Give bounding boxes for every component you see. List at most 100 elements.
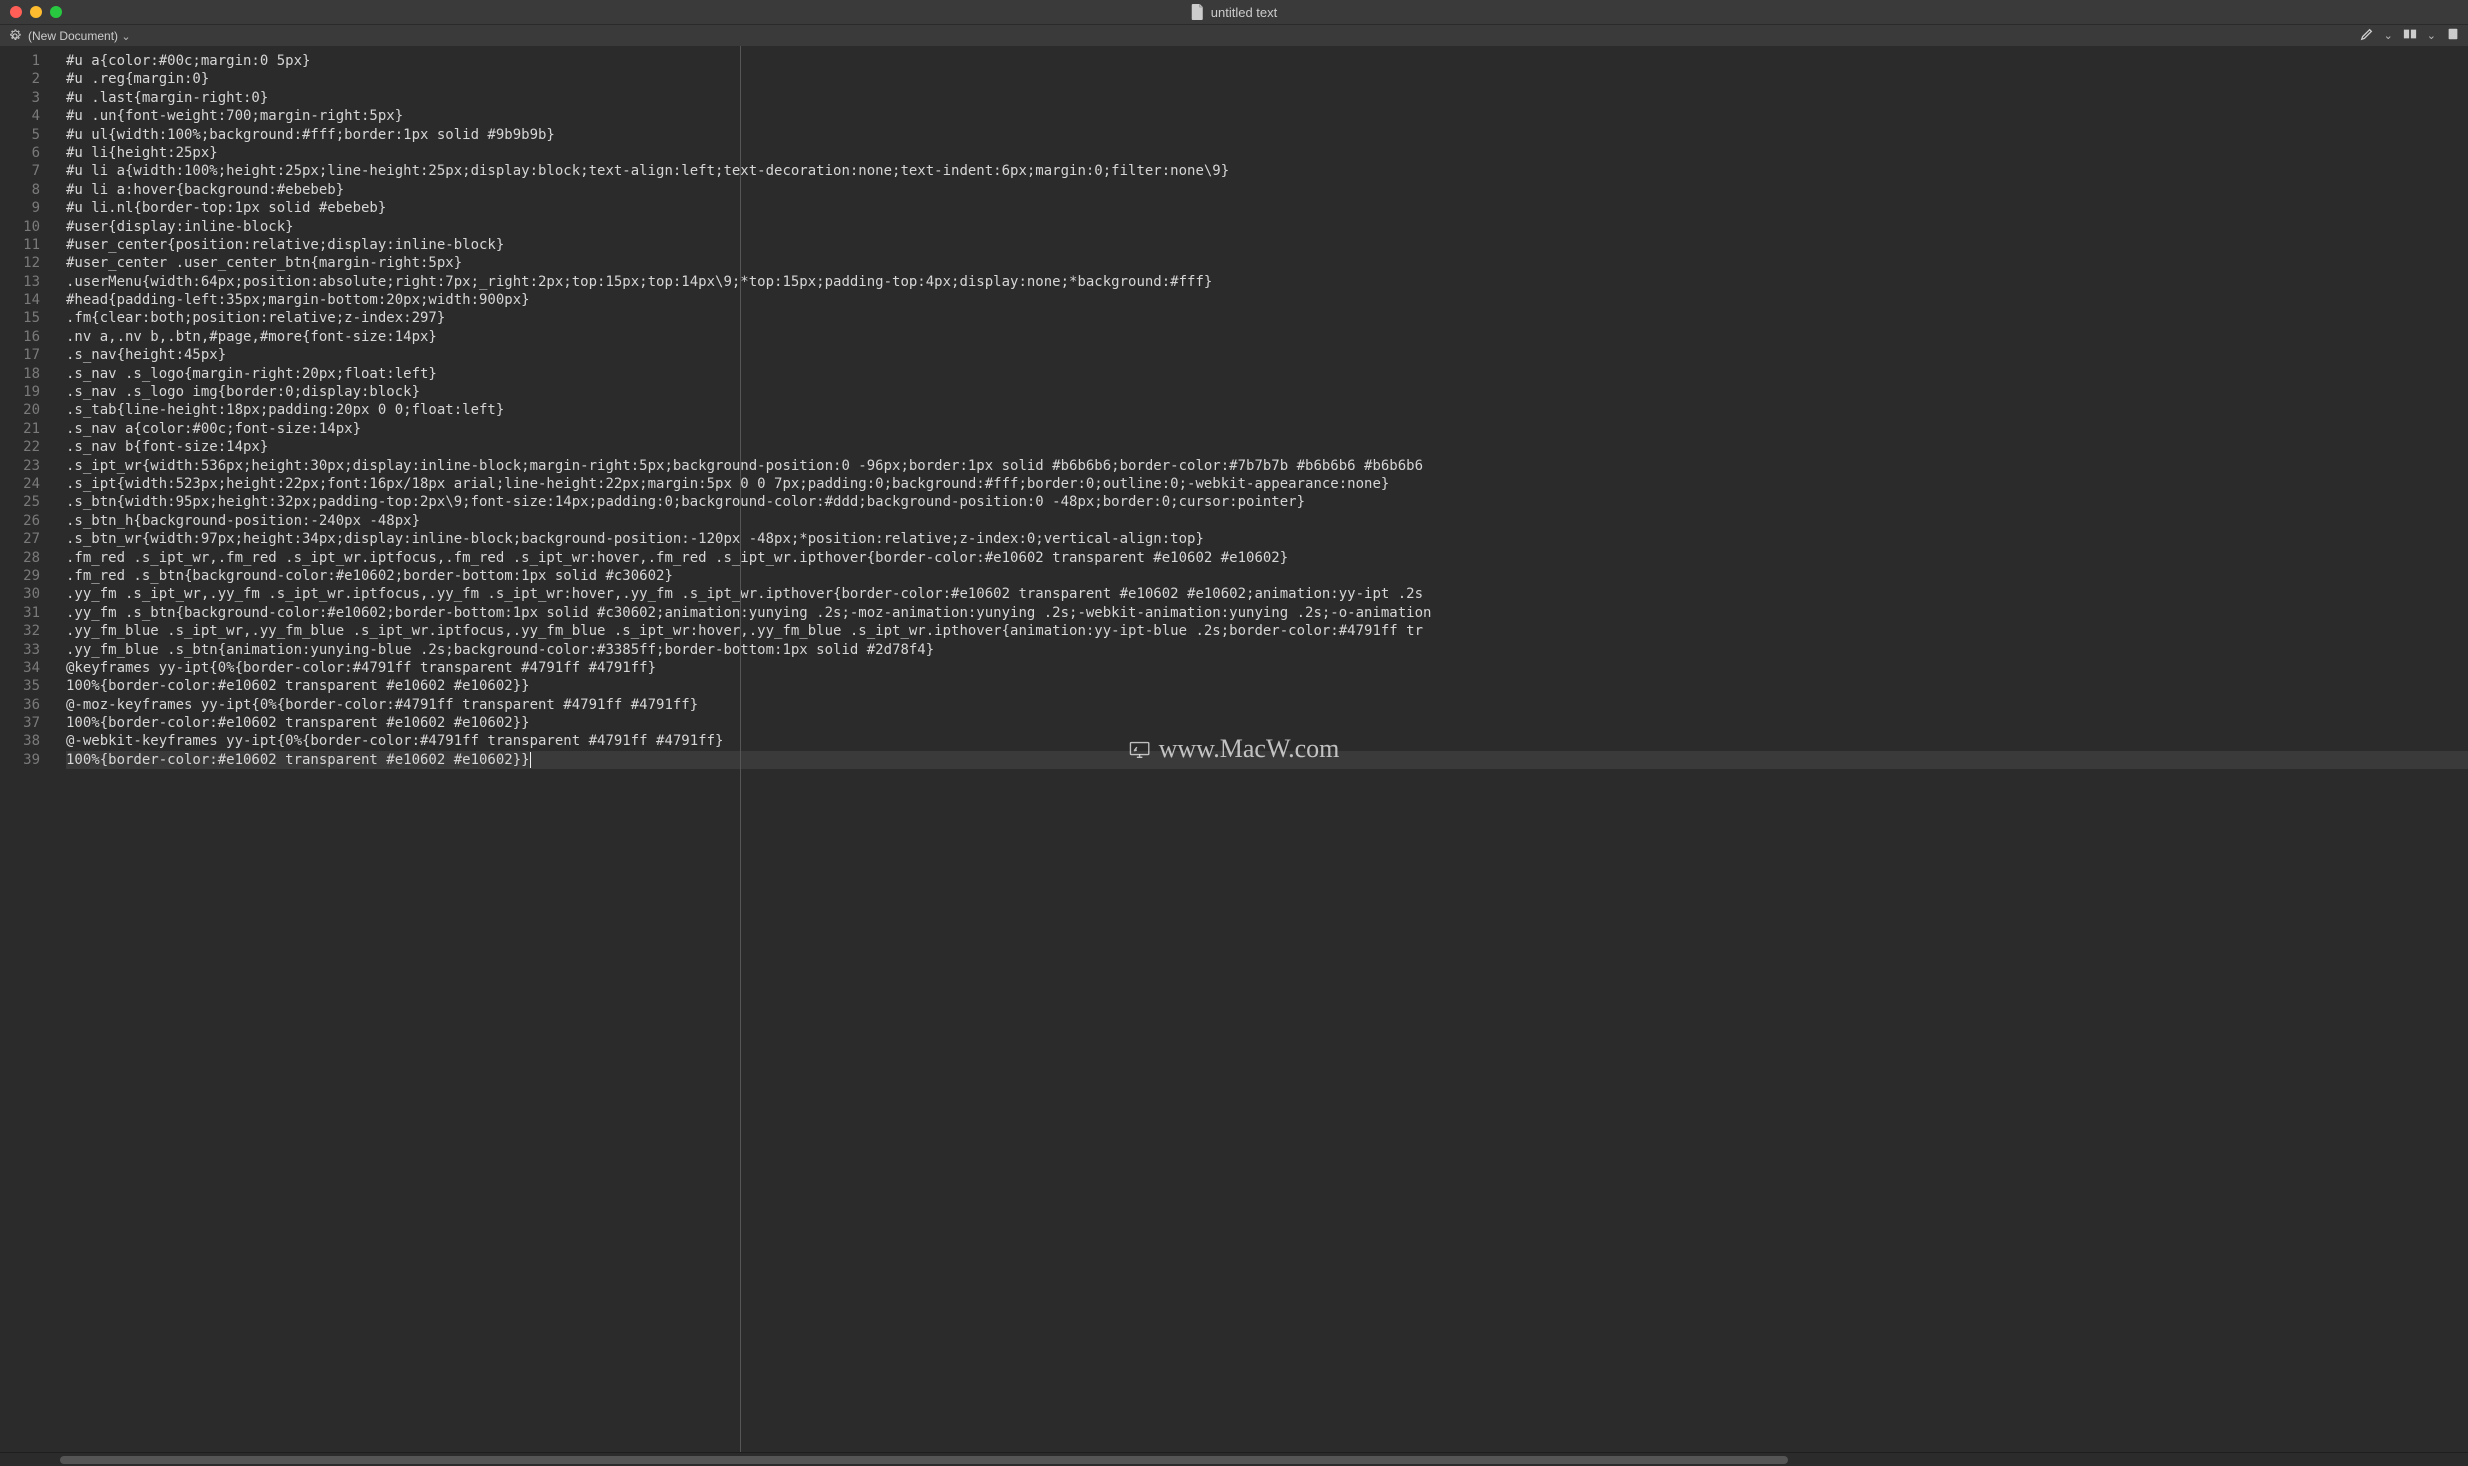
line-number: 18	[0, 365, 40, 383]
line-number: 38	[0, 732, 40, 750]
line-number-gutter: 1234567891011121314151617181920212223242…	[0, 46, 50, 1452]
edit-icon[interactable]	[2360, 27, 2374, 44]
line-number: 32	[0, 622, 40, 640]
maximize-button[interactable]	[50, 6, 62, 18]
code-line[interactable]: .s_ipt{width:523px;height:22px;font:16px…	[66, 475, 2468, 493]
code-line[interactable]: #u a{color:#00c;margin:0 5px}	[66, 52, 2468, 70]
code-line[interactable]: .yy_fm_blue .s_ipt_wr,.yy_fm_blue .s_ipt…	[66, 622, 2468, 640]
code-line[interactable]: .nv a,.nv b,.btn,#page,#more{font-size:1…	[66, 328, 2468, 346]
line-number: 9	[0, 199, 40, 217]
code-line[interactable]: .s_nav{height:45px}	[66, 346, 2468, 364]
window-title-text: untitled text	[1211, 5, 1278, 20]
code-line[interactable]: .fm_red .s_ipt_wr,.fm_red .s_ipt_wr.iptf…	[66, 549, 2468, 567]
line-number: 17	[0, 346, 40, 364]
code-line[interactable]: .s_nav b{font-size:14px}	[66, 438, 2468, 456]
line-number: 30	[0, 585, 40, 603]
editor-window: untitled text (New Document) ⌄ ⌄ ⌄	[0, 0, 2468, 1466]
code-line[interactable]: .fm_red .s_btn{background-color:#e10602;…	[66, 567, 2468, 585]
line-number: 29	[0, 567, 40, 585]
code-line[interactable]: .s_btn_wr{width:97px;height:34px;display…	[66, 530, 2468, 548]
titlebar: untitled text	[0, 0, 2468, 24]
code-line[interactable]: 100%{border-color:#e10602 transparent #e…	[66, 751, 2468, 769]
minimize-button[interactable]	[30, 6, 42, 18]
line-number: 1	[0, 52, 40, 70]
line-number: 6	[0, 144, 40, 162]
code-line[interactable]: #u ul{width:100%;background:#fff;border:…	[66, 126, 2468, 144]
horizontal-scrollbar[interactable]	[0, 1452, 2468, 1466]
panels-icon[interactable]	[2403, 27, 2417, 44]
code-line[interactable]: #u .un{font-weight:700;margin-right:5px}	[66, 107, 2468, 125]
line-number: 36	[0, 696, 40, 714]
page-icon[interactable]	[2446, 27, 2460, 44]
code-line[interactable]: .yy_fm .s_btn{background-color:#e10602;b…	[66, 604, 2468, 622]
line-number: 7	[0, 162, 40, 180]
code-line[interactable]: .s_nav .s_logo img{border:0;display:bloc…	[66, 383, 2468, 401]
code-line[interactable]: #u li{height:25px}	[66, 144, 2468, 162]
code-line[interactable]: .s_btn{width:95px;height:32px;padding-to…	[66, 493, 2468, 511]
line-number: 19	[0, 383, 40, 401]
line-number: 15	[0, 309, 40, 327]
code-text[interactable]: #u a{color:#00c;margin:0 5px}#u .reg{mar…	[50, 46, 2468, 775]
line-number: 12	[0, 254, 40, 272]
document-dropdown-label: (New Document)	[28, 29, 118, 43]
close-button[interactable]	[10, 6, 22, 18]
code-line[interactable]: #u li a{width:100%;height:25px;line-heig…	[66, 162, 2468, 180]
toolbar-left: (New Document) ⌄	[8, 29, 131, 43]
line-number: 25	[0, 493, 40, 511]
line-number: 23	[0, 457, 40, 475]
line-number: 8	[0, 181, 40, 199]
line-number: 4	[0, 107, 40, 125]
chevron-updown-icon: ⌄	[121, 31, 130, 43]
code-line[interactable]: @-moz-keyframes yy-ipt{0%{border-color:#…	[66, 696, 2468, 714]
line-number: 34	[0, 659, 40, 677]
line-number: 16	[0, 328, 40, 346]
gear-icon[interactable]	[8, 29, 22, 43]
line-number: 20	[0, 401, 40, 419]
code-line[interactable]: .s_btn_h{background-position:-240px -48p…	[66, 512, 2468, 530]
document-dropdown[interactable]: (New Document) ⌄	[28, 29, 131, 43]
line-number: 5	[0, 126, 40, 144]
line-number: 13	[0, 273, 40, 291]
code-line[interactable]: #u .reg{margin:0}	[66, 70, 2468, 88]
code-line[interactable]: #user{display:inline-block}	[66, 218, 2468, 236]
chevron-down-icon[interactable]: ⌄	[2384, 29, 2393, 42]
line-number: 22	[0, 438, 40, 456]
line-number: 35	[0, 677, 40, 695]
code-line[interactable]: #user_center{position:relative;display:i…	[66, 236, 2468, 254]
code-line[interactable]: .fm{clear:both;position:relative;z-index…	[66, 309, 2468, 327]
line-number: 14	[0, 291, 40, 309]
toolbar: (New Document) ⌄ ⌄ ⌄	[0, 24, 2468, 46]
code-line[interactable]: .yy_fm .s_ipt_wr,.yy_fm .s_ipt_wr.iptfoc…	[66, 585, 2468, 603]
code-line[interactable]: .s_nav .s_logo{margin-right:20px;float:l…	[66, 365, 2468, 383]
line-number: 10	[0, 218, 40, 236]
chevron-down-icon-2[interactable]: ⌄	[2427, 29, 2436, 42]
editor-area: 1234567891011121314151617181920212223242…	[0, 46, 2468, 1452]
code-line[interactable]: #user_center .user_center_btn{margin-rig…	[66, 254, 2468, 272]
code-container[interactable]: #u a{color:#00c;margin:0 5px}#u .reg{mar…	[50, 46, 2468, 1452]
window-controls	[10, 6, 62, 18]
code-line[interactable]: .userMenu{width:64px;position:absolute;r…	[66, 273, 2468, 291]
code-line[interactable]: @keyframes yy-ipt{0%{border-color:#4791f…	[66, 659, 2468, 677]
scrollbar-thumb[interactable]	[60, 1456, 1788, 1464]
document-icon	[1191, 4, 1205, 20]
code-line[interactable]: #u .last{margin-right:0}	[66, 89, 2468, 107]
text-cursor	[530, 752, 531, 768]
code-line[interactable]: #u li a:hover{background:#ebebeb}	[66, 181, 2468, 199]
code-line[interactable]: .s_tab{line-height:18px;padding:20px 0 0…	[66, 401, 2468, 419]
code-line[interactable]: @-webkit-keyframes yy-ipt{0%{border-colo…	[66, 732, 2468, 750]
line-number: 33	[0, 641, 40, 659]
code-line[interactable]: 100%{border-color:#e10602 transparent #e…	[66, 677, 2468, 695]
code-line[interactable]: .s_ipt_wr{width:536px;height:30px;displa…	[66, 457, 2468, 475]
code-line[interactable]: .yy_fm_blue .s_btn{animation:yunying-blu…	[66, 641, 2468, 659]
line-number: 28	[0, 549, 40, 567]
line-number: 37	[0, 714, 40, 732]
code-line[interactable]: .s_nav a{color:#00c;font-size:14px}	[66, 420, 2468, 438]
code-line[interactable]: #u li.nl{border-top:1px solid #ebebeb}	[66, 199, 2468, 217]
code-line[interactable]: 100%{border-color:#e10602 transparent #e…	[66, 714, 2468, 732]
line-number: 31	[0, 604, 40, 622]
window-title: untitled text	[1191, 4, 1278, 20]
line-number: 27	[0, 530, 40, 548]
code-line[interactable]: #head{padding-left:35px;margin-bottom:20…	[66, 291, 2468, 309]
line-number: 26	[0, 512, 40, 530]
line-number: 11	[0, 236, 40, 254]
